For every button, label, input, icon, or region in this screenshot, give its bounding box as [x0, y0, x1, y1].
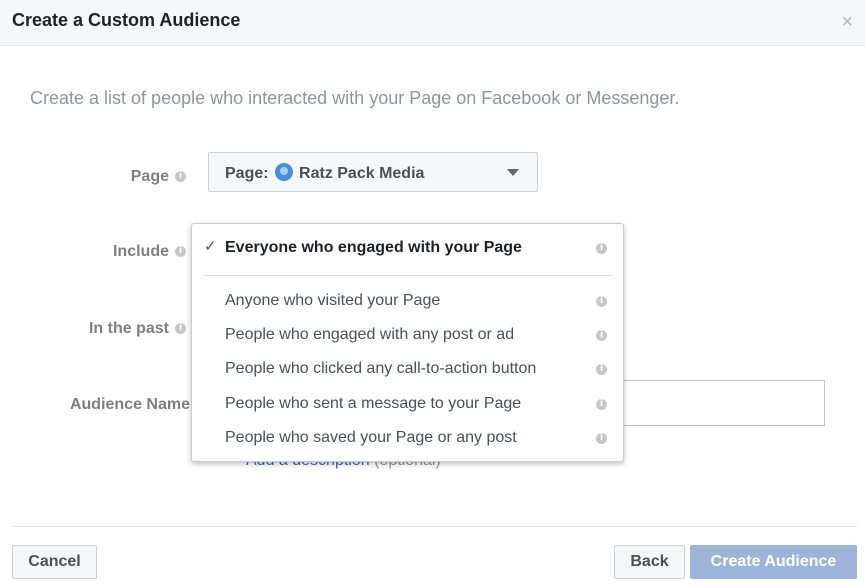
dialog-header: Create a Custom Audience × [0, 0, 865, 46]
info-icon[interactable]: i [596, 243, 607, 254]
intro-text: Create a list of people who interacted w… [30, 88, 680, 108]
info-icon[interactable]: i [175, 171, 186, 183]
dropdown-option-label: People who engaged with any post or ad [225, 326, 515, 343]
dropdown-option-label: People who saved your Page or any post [225, 429, 517, 446]
info-icon[interactable]: i [596, 433, 607, 444]
dropdown-option[interactable]: People who engaged with any post or ad i [192, 320, 625, 350]
include-label: Include [112, 243, 169, 260]
back-button[interactable]: Back [614, 545, 685, 579]
info-icon[interactable]: i [596, 399, 607, 410]
page-label: Page [130, 168, 169, 185]
page-avatar-icon [275, 163, 294, 181]
info-icon[interactable]: i [596, 296, 607, 307]
dropdown-option[interactable]: People who sent a message to your Page i [192, 389, 625, 419]
check-icon: ✓ [204, 238, 217, 255]
dialog-title: Create a Custom Audience [12, 10, 241, 30]
dropdown-option[interactable]: People who saved your Page or any post i [192, 423, 625, 453]
dropdown-option-label: Anyone who visited your Page [225, 292, 441, 309]
include-dropdown-menu: ✓ Everyone who engaged with your Page i … [191, 223, 624, 462]
create-audience-button[interactable]: Create Audience [690, 545, 857, 579]
dropdown-option[interactable]: People who clicked any call-to-action bu… [192, 354, 625, 384]
cancel-button[interactable]: Cancel [12, 545, 97, 579]
page-label-row: Page i [96, 168, 186, 186]
audience-name-input[interactable] [600, 380, 825, 426]
close-icon[interactable]: × [841, 10, 853, 34]
dropdown-divider [204, 275, 613, 276]
include-label-row: Include i [96, 243, 186, 261]
page-name: Ratz Pack Media [299, 165, 425, 182]
dropdown-option-label: Everyone who engaged with your Page [225, 239, 522, 256]
dropdown-option[interactable]: Anyone who visited your Page i [192, 286, 625, 316]
page-select[interactable]: Page: Ratz Pack Media [208, 152, 538, 192]
info-icon[interactable]: i [175, 246, 186, 258]
in-past-label-row: In the past i [60, 320, 186, 338]
page-select-prefix: Page: [225, 165, 269, 182]
in-past-label: In the past [88, 320, 169, 337]
dropdown-option-label: People who clicked any call-to-action bu… [225, 360, 537, 377]
info-icon[interactable]: i [175, 323, 186, 335]
page-select-value: Page: Ratz Pack Media [225, 163, 424, 183]
dropdown-option-label: People who sent a message to your Page [225, 395, 522, 412]
audience-name-label: Audience Name [69, 396, 190, 413]
dropdown-option-selected[interactable]: ✓ Everyone who engaged with your Page i [192, 233, 625, 263]
footer-divider [12, 526, 857, 527]
info-icon[interactable]: i [596, 364, 607, 375]
info-icon[interactable]: i [596, 330, 607, 341]
caret-down-icon [507, 169, 519, 176]
